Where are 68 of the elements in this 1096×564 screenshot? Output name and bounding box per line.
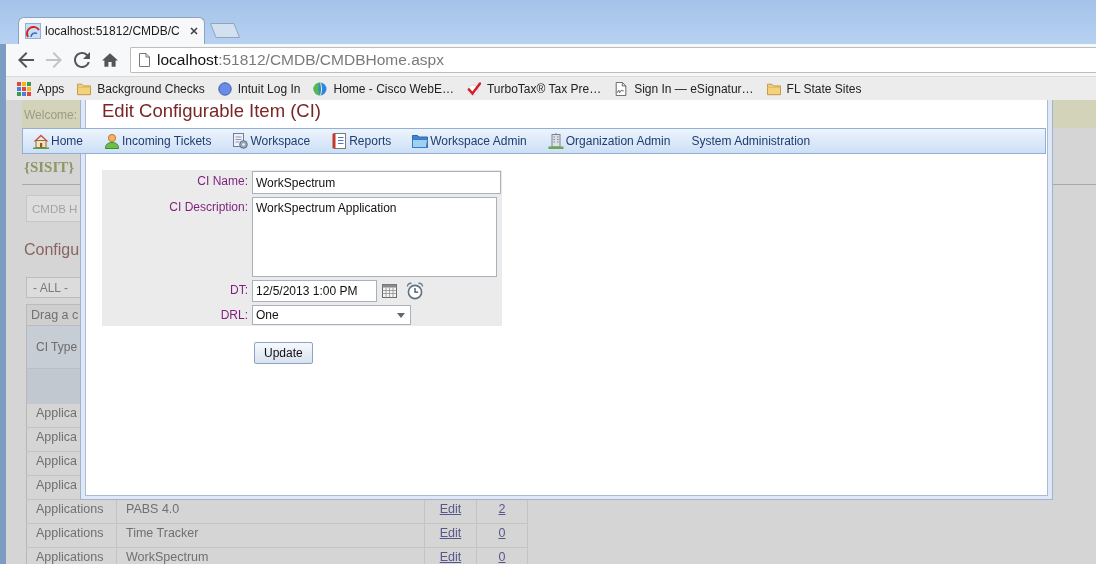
dropdown-field[interactable]: One: [252, 305, 411, 325]
field-label: CI Description:: [169, 200, 248, 214]
table-cell: Applica: [26, 452, 80, 476]
table-cell: Applications: [26, 500, 117, 524]
arc-favicon-icon: [25, 23, 41, 39]
alarm-clock-icon[interactable]: [406, 282, 424, 300]
edit-link[interactable]: Edit: [439, 526, 462, 540]
globe-icon: [313, 81, 328, 96]
date-time-field[interactable]: 12/5/2013 1:00 PM: [252, 280, 377, 302]
text-field[interactable]: WorkSpectrum: [252, 171, 501, 194]
bookmark[interactable]: Home - Cisco WebE…: [313, 81, 454, 96]
count-link[interactable]: 2: [498, 502, 506, 516]
field-label: DT:: [230, 283, 248, 297]
field-label: CI Name:: [197, 174, 248, 188]
folder-icon: [77, 81, 92, 96]
person-icon: [104, 133, 120, 149]
caret-icon: [397, 312, 405, 318]
count-link[interactable]: 0: [498, 526, 506, 540]
filter-row: [26, 368, 80, 404]
table-cell: Applica: [26, 404, 80, 428]
bookmark[interactable]: Apps: [17, 81, 65, 96]
bookmark[interactable]: Sign In — eSignatur…: [614, 81, 754, 96]
field-label: DRL:: [220, 308, 248, 322]
page-icon: [139, 53, 150, 67]
table-cell: Applica: [26, 476, 80, 500]
count-link[interactable]: 0: [498, 550, 506, 564]
menu-item[interactable]: Incoming Tickets: [104, 133, 212, 149]
menu-item[interactable]: Organization Admin: [547, 133, 671, 149]
dot-icon: [217, 81, 232, 96]
table-cell: Applications: [26, 548, 117, 564]
menu-item[interactable]: Workspace: [232, 133, 311, 149]
page-heading: Configu: [24, 240, 80, 260]
folder-icon: [412, 133, 429, 149]
text-area[interactable]: WorkSpectrum Application: [252, 197, 497, 277]
browser-tab[interactable]: localhost:51812/CMDB/C: [18, 17, 205, 44]
bookmark[interactable]: Intuit Log In: [217, 81, 301, 96]
document-gear-icon: [232, 133, 249, 149]
table-cell: PABS 4.0: [117, 500, 425, 524]
menu-item[interactable]: Workspace Admin: [412, 133, 527, 149]
table-cell: Applications: [26, 524, 117, 548]
menu-item[interactable]: Reports: [331, 133, 392, 149]
edit-link[interactable]: Edit: [439, 502, 462, 516]
close-icon[interactable]: [190, 27, 198, 35]
welcome-text: Welcome:: [24, 108, 78, 122]
house-icon: [33, 133, 49, 149]
bookmark[interactable]: FL State Sites: [766, 81, 862, 96]
apps-grid-icon: [17, 81, 31, 96]
building-icon: [547, 133, 564, 149]
folder-icon: [766, 81, 781, 96]
reload-icon[interactable]: [74, 52, 90, 68]
menu-item[interactable]: Home: [33, 133, 83, 149]
table-cell: Time Tracker: [117, 524, 425, 548]
checkmark-icon: [466, 81, 481, 96]
back-icon[interactable]: [18, 52, 34, 68]
bookmark[interactable]: TurboTax® Tax Pre…: [466, 81, 602, 96]
calendar-icon[interactable]: [382, 284, 397, 298]
bookmark[interactable]: Background Checks: [77, 81, 205, 96]
notebook-icon: [331, 133, 348, 149]
dialog-title: Edit Configurable Item (CI): [102, 100, 321, 122]
edit-link[interactable]: Edit: [439, 550, 462, 564]
brand-logo-text: {SISIT}: [24, 158, 75, 177]
document-icon: [614, 81, 629, 96]
address-field[interactable]: localhost:51812/CMDB/CMDBHome.aspx: [130, 47, 1096, 73]
group-panel: Drag a c: [26, 304, 80, 326]
menu-item[interactable]: System Administration: [691, 134, 811, 148]
table-cell: Applica: [26, 428, 80, 452]
home-icon[interactable]: [102, 52, 118, 68]
update-button[interactable]: Update: [254, 342, 313, 364]
